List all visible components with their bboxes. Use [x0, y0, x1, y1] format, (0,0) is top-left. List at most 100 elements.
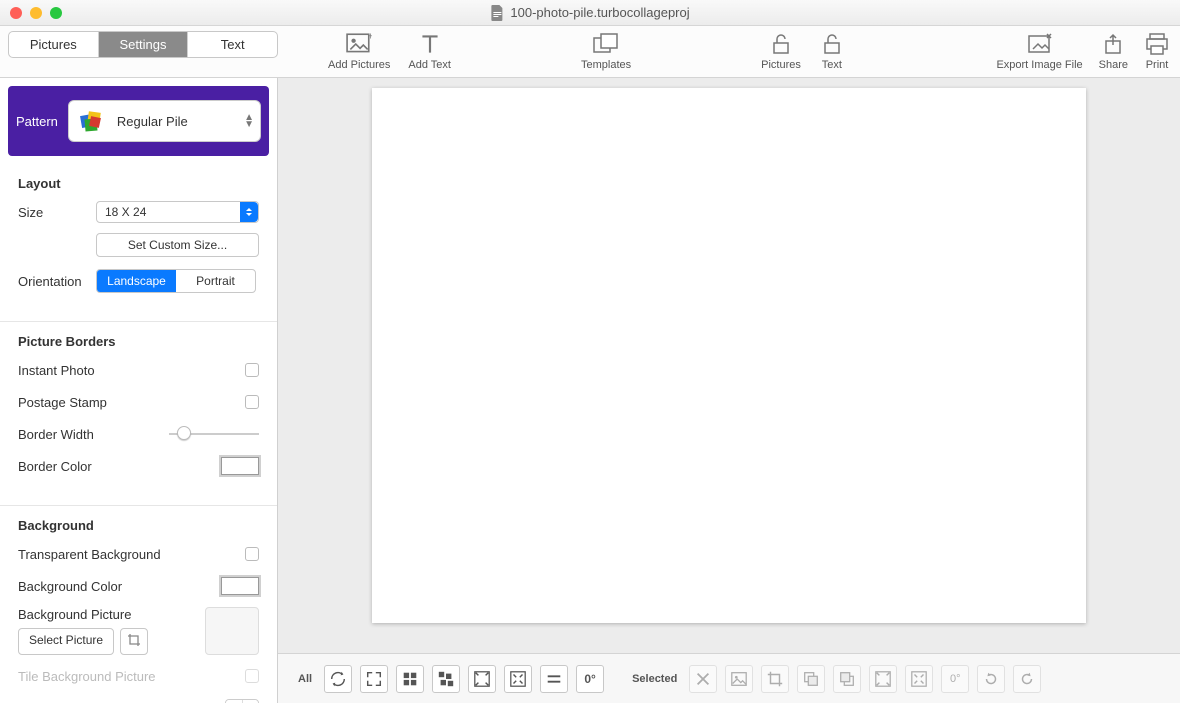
tab-settings[interactable]: Settings — [98, 32, 188, 57]
grid-offset-button[interactable] — [432, 665, 460, 693]
align-button[interactable] — [540, 665, 568, 693]
panel-tabs: Pictures Settings Text — [8, 31, 278, 58]
templates-button[interactable]: Templates — [581, 33, 631, 71]
refresh-icon — [329, 670, 347, 688]
background-heading: Background — [18, 518, 259, 533]
crop-icon — [127, 633, 141, 647]
pattern-icon — [79, 109, 103, 133]
expand-all-button[interactable] — [360, 665, 388, 693]
close-button[interactable] — [10, 7, 22, 19]
grid-offset-icon — [437, 670, 455, 688]
fill-selected-button[interactable] — [905, 665, 933, 693]
bg-picture-well[interactable] — [205, 607, 259, 655]
layout-section: Layout Size 18 X 24 Set Custom Size... O… — [0, 164, 277, 322]
tab-pictures[interactable]: Pictures — [9, 32, 98, 57]
bg-picture-label: Background Picture — [18, 607, 205, 622]
tab-text[interactable]: Text — [187, 32, 277, 57]
border-color-swatch[interactable] — [221, 457, 259, 475]
image-plus-icon: + — [346, 33, 372, 55]
titlebar: 100-photo-pile.turbocollageproj — [0, 0, 1180, 26]
transparent-bg-label: Transparent Background — [18, 547, 245, 562]
add-pictures-button[interactable]: + Add Pictures — [328, 33, 390, 71]
all-label: All — [298, 673, 312, 685]
export-icon — [1027, 33, 1053, 55]
pattern-label: Pattern — [16, 114, 58, 129]
settings-sidebar: Pattern Regular Pile ▲▼ Layout Size 18 X… — [0, 78, 278, 703]
lock-text-button[interactable]: Text — [819, 33, 845, 71]
tile-bg-label: Tile Background Picture — [18, 669, 245, 684]
orientation-segmented: Landscape Portrait — [96, 269, 256, 293]
text-icon — [417, 33, 443, 55]
pattern-dropdown[interactable]: Regular Pile ▲▼ — [68, 100, 261, 142]
add-text-button[interactable]: Add Text — [408, 33, 451, 71]
instant-photo-checkbox[interactable] — [245, 363, 259, 377]
delete-button[interactable] — [689, 665, 717, 693]
toolbar: Pictures Settings Text + Add Pictures Ad… — [0, 26, 1180, 78]
rotate-zero-button[interactable]: 0° — [576, 665, 604, 693]
crop-icon — [766, 670, 784, 688]
collage-canvas[interactable] — [372, 88, 1086, 623]
window-title: 100-photo-pile.turbocollageproj — [490, 5, 689, 21]
bg-color-swatch[interactable] — [221, 577, 259, 595]
minimize-button[interactable] — [30, 7, 42, 19]
size-label: Size — [18, 205, 96, 220]
bg-color-label: Background Color — [18, 579, 221, 594]
print-icon — [1144, 33, 1170, 55]
lock-open-icon — [819, 33, 845, 55]
rotate-zero-selected-button[interactable]: 0° — [941, 665, 969, 693]
templates-icon — [593, 33, 619, 55]
border-width-label: Border Width — [18, 427, 169, 442]
fill-icon — [509, 670, 527, 688]
transparent-bg-checkbox[interactable] — [245, 547, 259, 561]
instant-photo-label: Instant Photo — [18, 363, 245, 378]
postage-stamp-checkbox[interactable] — [245, 395, 259, 409]
window-controls — [10, 7, 62, 19]
lock-open-icon — [768, 33, 794, 55]
maximize-button[interactable] — [50, 7, 62, 19]
shuffle-button[interactable] — [324, 665, 352, 693]
crop-bg-button[interactable] — [120, 628, 148, 655]
pattern-value: Regular Pile — [117, 114, 188, 129]
canvas-area: All 0° Selected 0° — [278, 78, 1180, 703]
borders-heading: Picture Borders — [18, 334, 259, 349]
grid-icon — [401, 670, 419, 688]
border-width-slider[interactable] — [169, 424, 259, 444]
share-button[interactable]: Share — [1099, 33, 1128, 71]
orientation-label: Orientation — [18, 274, 96, 289]
size-select[interactable]: 18 X 24 — [96, 201, 259, 223]
rotate-cw-button[interactable] — [1013, 665, 1041, 693]
dropdown-arrows-icon: ▲▼ — [244, 114, 254, 128]
window-filename: 100-photo-pile.turbocollageproj — [510, 5, 689, 20]
x-icon — [694, 670, 712, 688]
send-back-button[interactable] — [797, 665, 825, 693]
export-button[interactable]: Export Image File — [996, 33, 1082, 71]
tile-bg-checkbox[interactable] — [245, 669, 259, 683]
selected-label: Selected — [632, 673, 677, 685]
replace-image-button[interactable] — [725, 665, 753, 693]
image-icon — [730, 670, 748, 688]
share-icon — [1100, 33, 1126, 55]
fit-selected-button[interactable] — [869, 665, 897, 693]
select-picture-button[interactable]: Select Picture — [18, 628, 114, 655]
postage-stamp-label: Postage Stamp — [18, 395, 245, 410]
bring-front-icon — [838, 670, 856, 688]
layout-heading: Layout — [18, 176, 259, 191]
print-button[interactable]: Print — [1144, 33, 1170, 71]
svg-text:+: + — [368, 33, 372, 43]
custom-size-button[interactable]: Set Custom Size... — [96, 233, 259, 257]
expand-icon — [365, 670, 383, 688]
orientation-landscape[interactable]: Landscape — [97, 270, 176, 292]
fill-button[interactable] — [504, 665, 532, 693]
rotate-ccw-button[interactable] — [977, 665, 1005, 693]
fit-button[interactable] — [468, 665, 496, 693]
orientation-portrait[interactable]: Portrait — [176, 270, 255, 292]
rotate-ccw-icon — [982, 670, 1000, 688]
bring-front-button[interactable] — [833, 665, 861, 693]
borders-section: Picture Borders Instant Photo Postage St… — [0, 322, 277, 506]
grid-4-button[interactable] — [396, 665, 424, 693]
tiles-stepper[interactable]: +− — [225, 699, 259, 703]
crop-button[interactable] — [761, 665, 789, 693]
pattern-highlight: Pattern Regular Pile ▲▼ — [8, 86, 269, 156]
lock-pictures-button[interactable]: Pictures — [761, 33, 801, 71]
send-back-icon — [802, 670, 820, 688]
